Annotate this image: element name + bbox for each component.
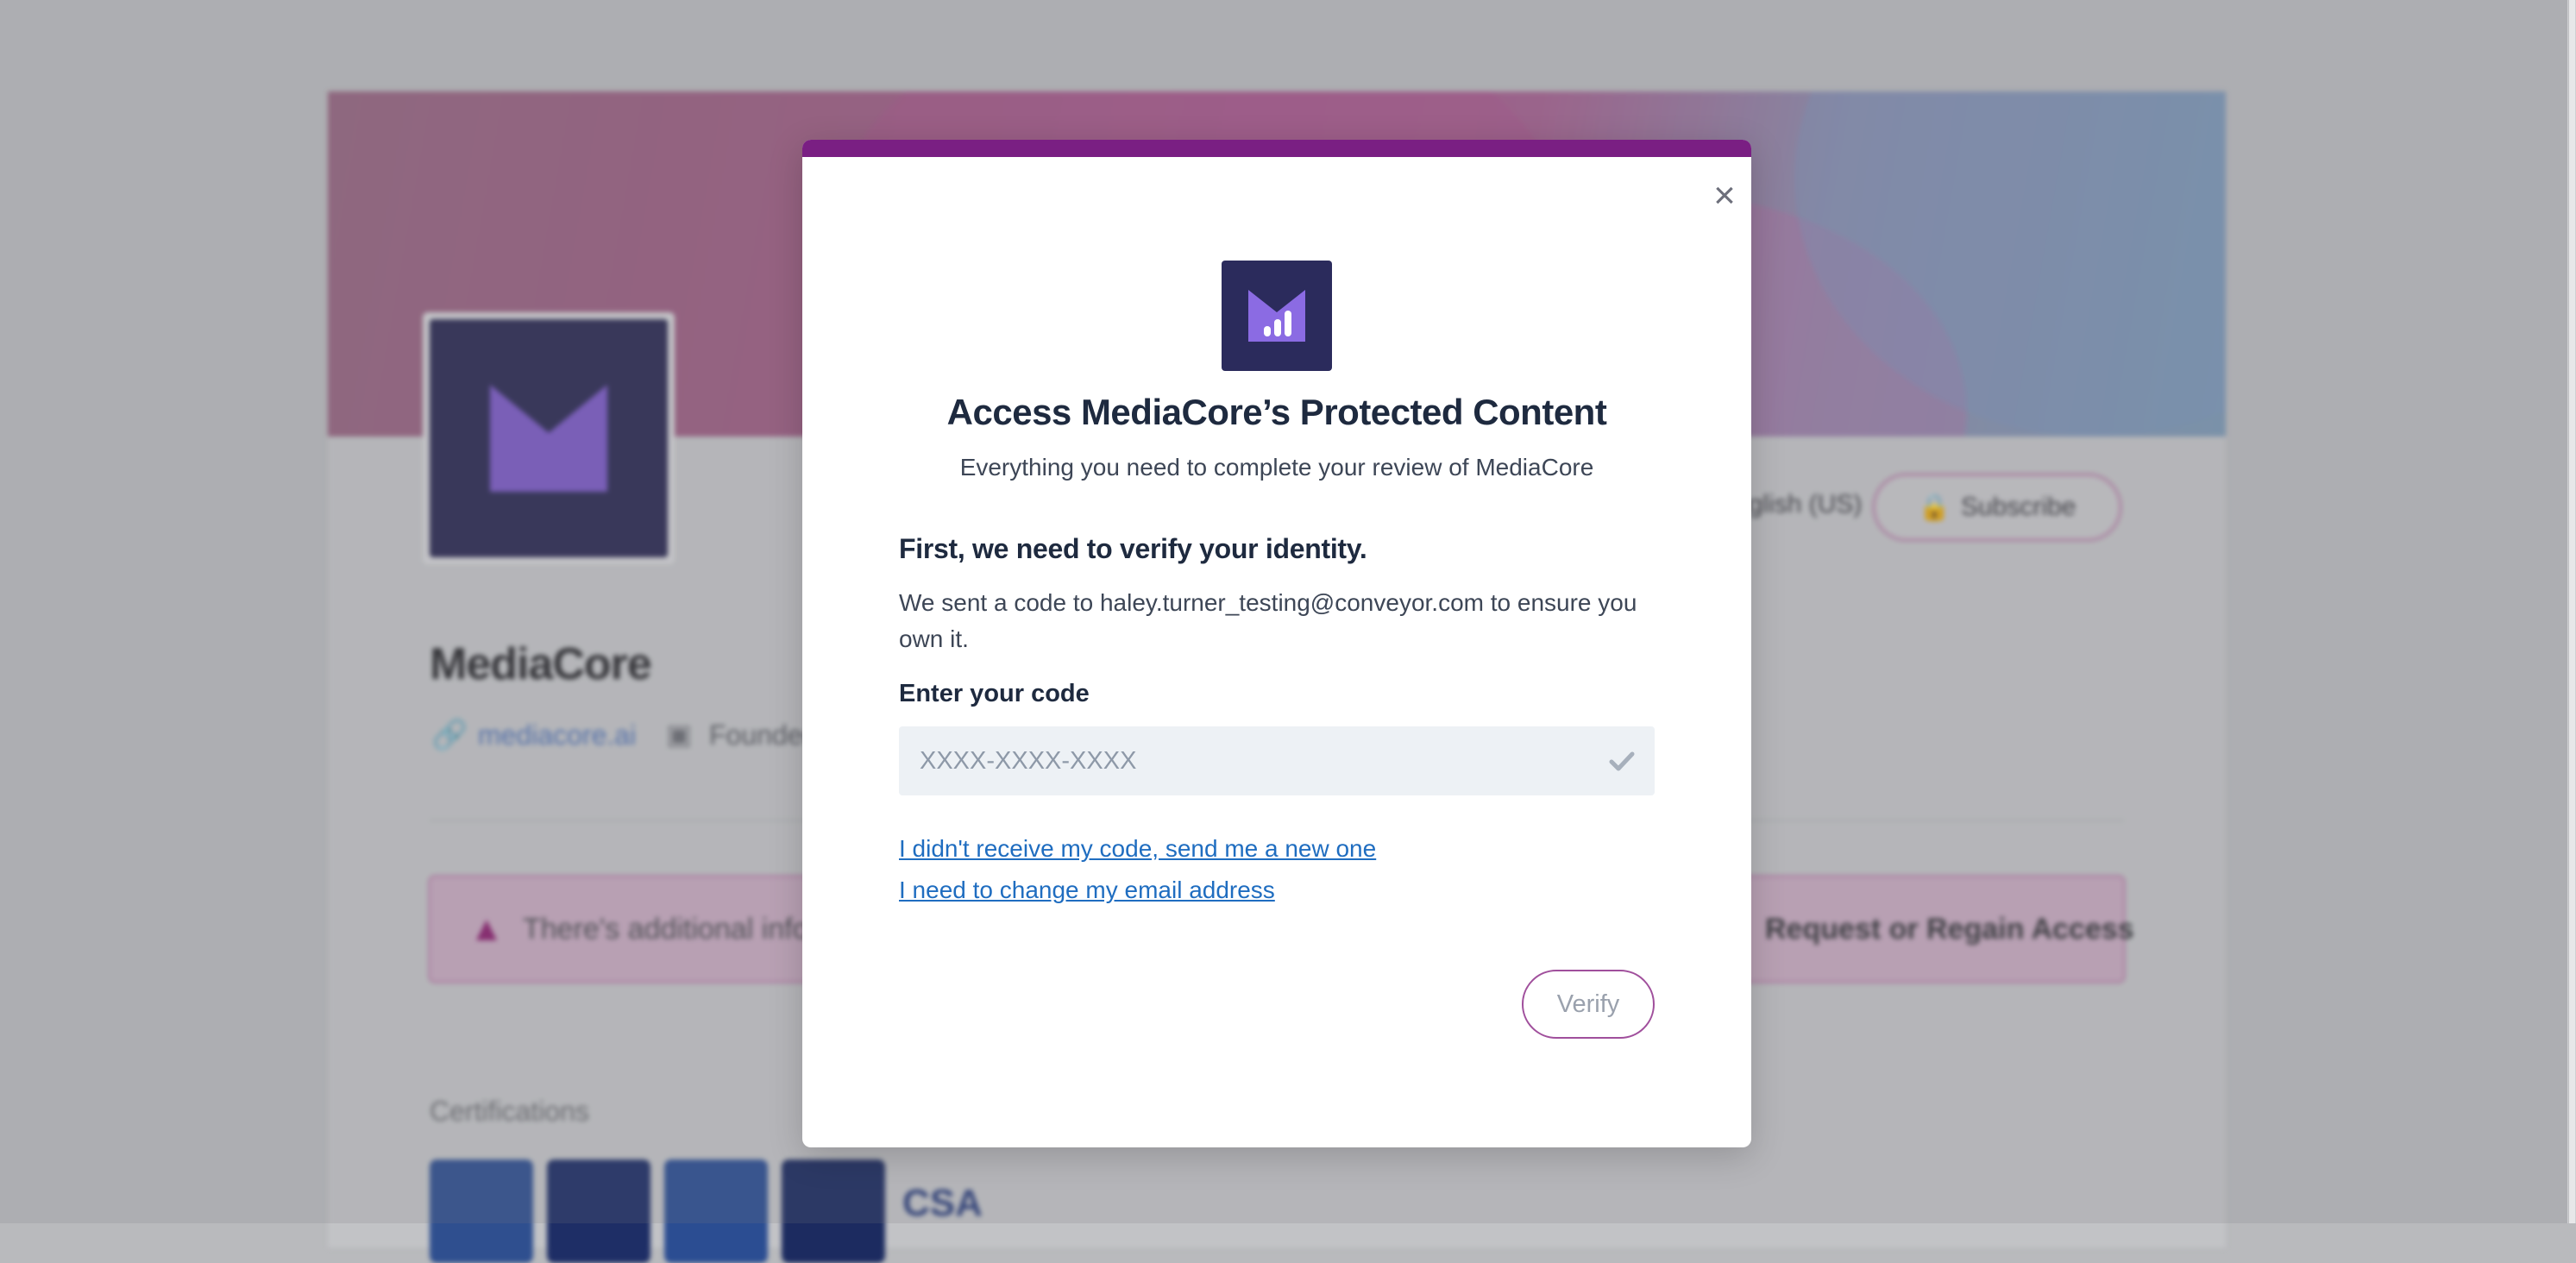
verification-modal: × Access MediaCore’s Protected Content E… [802, 140, 1751, 1147]
close-icon[interactable]: × [1703, 174, 1746, 217]
mediacore-logo-icon [1222, 261, 1332, 371]
modal-title: Access MediaCore’s Protected Content [946, 392, 1607, 432]
verification-code-input[interactable] [899, 726, 1589, 795]
verify-instructions: We sent a code to haley.turner_testing@c… [899, 589, 1637, 652]
verify-button[interactable]: Verify [1522, 970, 1655, 1039]
code-field [899, 726, 1655, 795]
check-icon [1609, 751, 1635, 771]
resend-code-link[interactable]: I didn't receive my code, send me a new … [899, 835, 1376, 863]
scrollbar-thumb[interactable] [2568, 0, 2575, 1223]
code-field-label: Enter your code [899, 680, 1090, 707]
modal-subtitle: Everything you need to complete your rev… [959, 454, 1594, 481]
change-email-link[interactable]: I need to change my email address [899, 877, 1275, 904]
verify-identity-heading: First, we need to verify your identity. [899, 533, 1367, 564]
modal-accent-bar [802, 140, 1751, 157]
logo-mark-icon [1248, 290, 1305, 342]
